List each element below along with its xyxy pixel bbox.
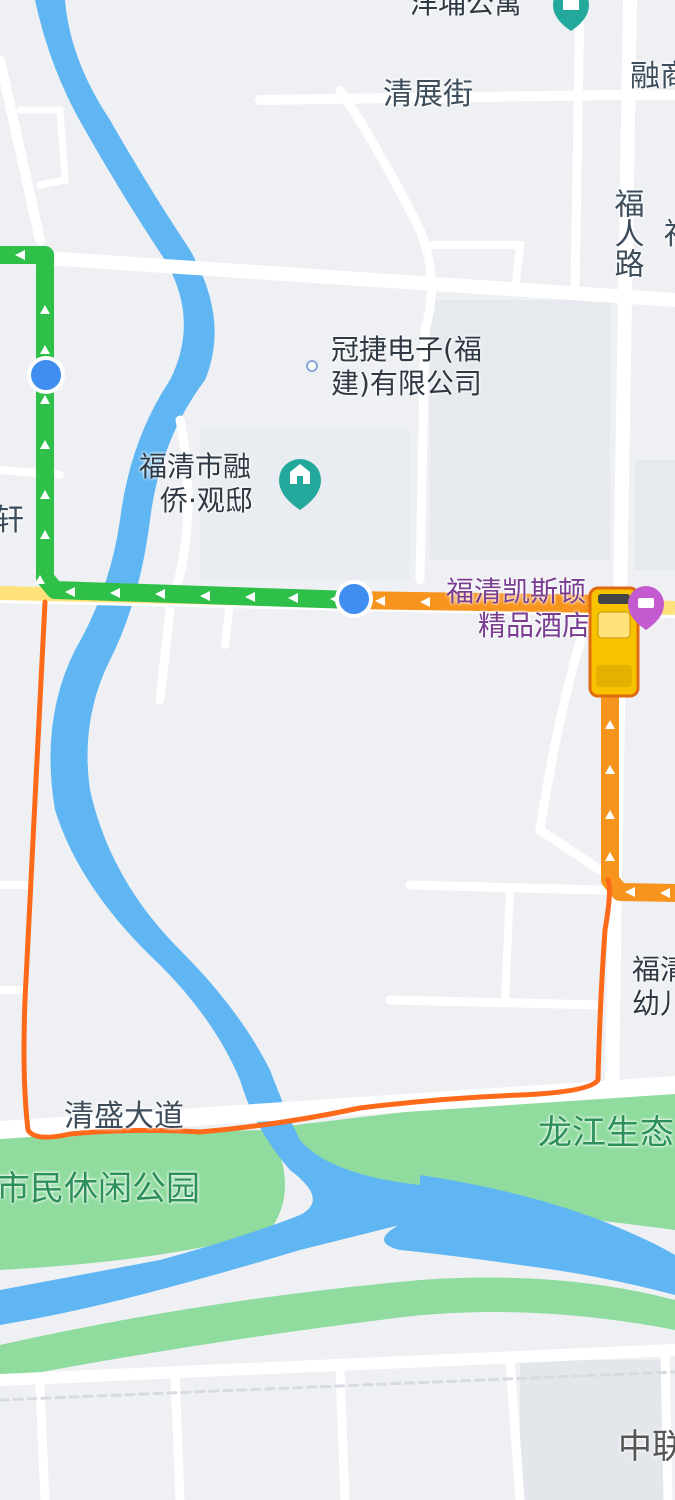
park-label-shimin[interactable]: 市民休闲公园 — [0, 1169, 200, 1209]
stop-dot-icon — [27, 356, 65, 394]
road-label-furen: 福人路 — [608, 188, 644, 278]
poi-label-kinder-line1[interactable]: 福清 — [632, 953, 675, 986]
map-base-layer — [0, 0, 675, 1500]
road-label-xuan: 轩 — [0, 503, 24, 538]
stop-dot-icon — [335, 580, 373, 618]
poi-label-guanjie-line2[interactable]: 建)有限公司 — [331, 367, 482, 400]
poi-label-guandi-line2[interactable]: 侨·观邸 — [160, 484, 253, 517]
road-label-qingsheng: 清盛大道 — [64, 1099, 184, 1134]
poi-label-hotel-line1[interactable]: 福清凯斯顿 — [446, 575, 586, 608]
poi-label-guandi-line1[interactable]: 福清市融 — [139, 450, 251, 483]
poi-label-kinder-line2[interactable]: 幼儿 — [632, 987, 675, 1020]
road-label-fu-side: 福 — [664, 217, 675, 253]
poi-label-yangpu[interactable]: 洋埔公寓 — [410, 0, 522, 20]
road-label-qingzhan: 清展街 — [383, 77, 473, 112]
park-label-longjiang[interactable]: 龙江生态 — [538, 1113, 674, 1153]
poi-label-guanjie-line1[interactable]: 冠捷电子(福 — [331, 333, 482, 366]
poi-label-zhong[interactable]: 中联 — [618, 1427, 675, 1467]
poi-label-hotel-line2[interactable]: 精品酒店 — [478, 609, 590, 642]
road-label-rong: 融商 — [630, 59, 675, 94]
map-view[interactable]: 洋埔公寓 清展街 融商 福人路 福 冠捷电子(福 建)有限公司 福清市融 侨·观… — [0, 0, 675, 1500]
